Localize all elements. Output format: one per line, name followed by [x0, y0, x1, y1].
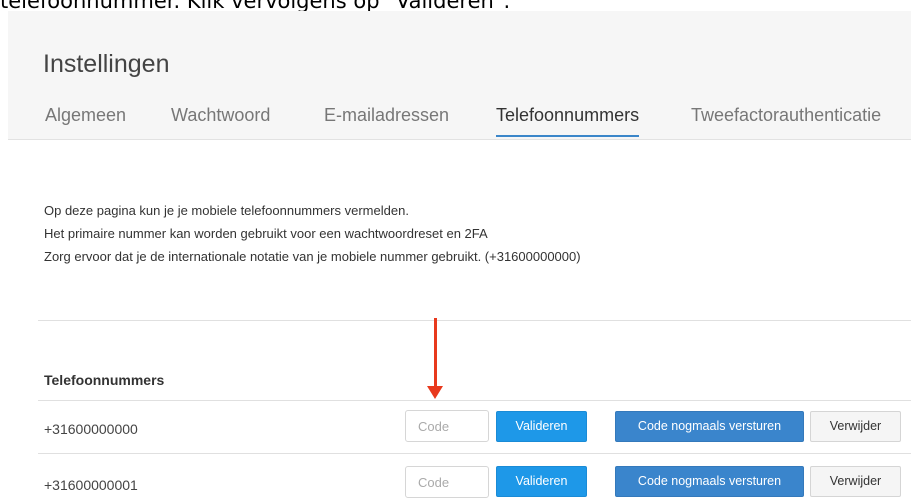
intro-line-2: Het primaire nummer kan worden gebruikt …	[44, 226, 488, 241]
tab-tweefactorauthenticatie[interactable]: Tweefactorauthenticatie	[691, 105, 881, 135]
section-divider	[38, 320, 911, 321]
tab-wachtwoord[interactable]: Wachtwoord	[171, 105, 270, 135]
page-title: Instellingen	[43, 49, 170, 78]
phone-number: +31600000001	[44, 477, 138, 493]
tab-e-mailadressen[interactable]: E-mailadressen	[324, 105, 449, 135]
resend-code-button[interactable]: Code nogmaals versturen	[615, 411, 804, 442]
validate-button[interactable]: Valideren	[496, 466, 587, 497]
phone-number: +31600000000	[44, 421, 138, 437]
settings-header: Instellingen Algemeen Wachtwoord E-maila…	[8, 11, 911, 140]
resend-code-button[interactable]: Code nogmaals versturen	[615, 466, 804, 497]
phones-section-title: Telefoonnummers	[44, 372, 165, 388]
row-divider	[38, 453, 911, 454]
intro-line-1: Op deze pagina kun je je mobiele telefoo…	[44, 203, 409, 218]
code-input[interactable]	[405, 466, 489, 498]
remove-button[interactable]: Verwijder	[810, 411, 901, 442]
annotation-arrow-head-icon	[427, 386, 443, 399]
intro-line-3: Zorg ervoor dat je de internationale not…	[44, 249, 581, 264]
tab-algemeen[interactable]: Algemeen	[45, 105, 126, 135]
tab-telefoonnummers[interactable]: Telefoonnummers	[496, 105, 640, 137]
annotation-arrow-line	[434, 318, 437, 388]
validate-button[interactable]: Valideren	[496, 411, 587, 442]
table-header-divider	[38, 400, 911, 401]
code-input[interactable]	[405, 410, 489, 442]
remove-button[interactable]: Verwijder	[810, 466, 901, 497]
